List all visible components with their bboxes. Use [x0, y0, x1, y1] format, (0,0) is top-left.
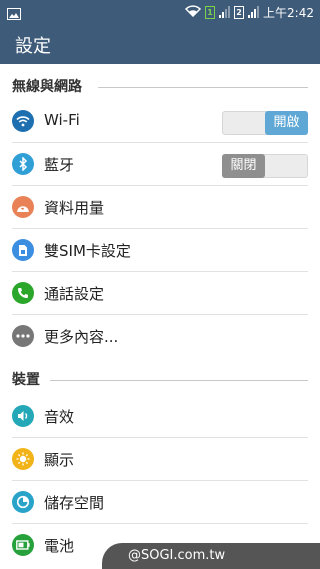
- gallery-notification-icon: [7, 5, 21, 24]
- battery-icon: [12, 534, 34, 556]
- settings-item-data-usage[interactable]: 資料用量: [0, 186, 320, 229]
- wifi-status-icon: [184, 4, 202, 20]
- settings-item-label: 顯示: [44, 451, 75, 469]
- display-icon: [12, 448, 34, 470]
- settings-item-label: 雙SIM卡設定: [44, 242, 131, 260]
- settings-item-wifi[interactable]: Wi-Fi 開啟: [0, 100, 320, 143]
- settings-item-sound[interactable]: 音效: [0, 395, 320, 438]
- settings-item-label: 資料用量: [44, 199, 105, 217]
- clock: 上午2:42: [263, 5, 314, 20]
- toggle-label: 關閉: [222, 154, 265, 178]
- page-title: 設定: [15, 36, 51, 57]
- section-label: 裝置: [12, 372, 40, 388]
- section-header-network: 無線與網路: [0, 68, 320, 98]
- section-header-device: 裝置: [0, 361, 320, 391]
- sim1-signal-icon: [219, 6, 231, 18]
- toggle-label: 開啟: [265, 111, 308, 135]
- phone-icon: [12, 282, 34, 304]
- settings-item-label: 通話設定: [44, 285, 105, 303]
- settings-item-display[interactable]: 顯示: [0, 438, 320, 481]
- settings-item-more[interactable]: 更多內容...: [0, 315, 320, 358]
- bluetooth-icon: [12, 153, 34, 175]
- section-divider: [98, 87, 308, 88]
- sound-icon: [12, 405, 34, 427]
- sim-card-icon: [12, 239, 34, 261]
- section-divider: [50, 380, 308, 381]
- sim2-signal-icon: [248, 6, 260, 18]
- settings-item-label: 更多內容...: [44, 328, 119, 346]
- settings-item-bluetooth[interactable]: 藍牙 關閉: [0, 143, 320, 186]
- status-bar: 1 2 上午2:42: [0, 0, 320, 24]
- settings-item-storage[interactable]: 儲存空間: [0, 481, 320, 524]
- more-icon: [12, 325, 34, 347]
- wifi-icon: [12, 110, 34, 132]
- data-usage-icon: [12, 196, 34, 218]
- settings-item-dual-sim[interactable]: 雙SIM卡設定: [0, 229, 320, 272]
- storage-icon: [12, 491, 34, 513]
- settings-item-label: 音效: [44, 408, 75, 426]
- settings-item-label: Wi-Fi: [44, 111, 80, 129]
- app-bar: 設定: [0, 24, 320, 64]
- sim1-icon: 1: [205, 5, 216, 19]
- section-label: 無線與網路: [12, 79, 82, 95]
- settings-item-label: 儲存空間: [44, 494, 105, 512]
- settings-item-call-settings[interactable]: 通話設定: [0, 272, 320, 315]
- bluetooth-toggle[interactable]: 關閉: [222, 154, 308, 178]
- wifi-toggle[interactable]: 開啟: [222, 111, 308, 135]
- watermark: @SOGI.com.tw: [102, 543, 320, 569]
- settings-item-label: 電池: [44, 537, 75, 555]
- sim2-icon: 2: [234, 5, 245, 19]
- settings-item-label: 藍牙: [44, 156, 75, 174]
